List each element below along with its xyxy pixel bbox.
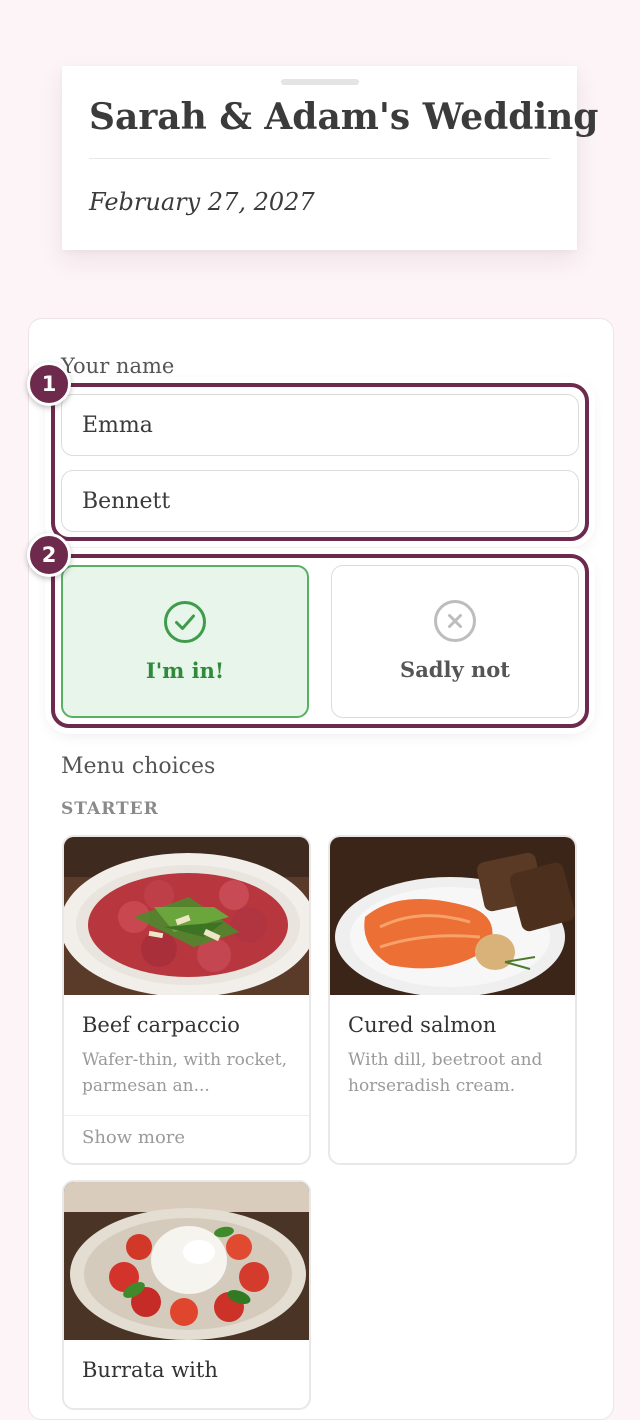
first-name-input[interactable]: Emma xyxy=(61,394,579,456)
rsvp-no-button[interactable]: Sadly not xyxy=(331,565,579,718)
step-badge-2: 2 xyxy=(27,533,71,577)
dish-photo-salmon xyxy=(330,837,575,995)
x-circle-icon xyxy=(434,600,476,642)
dish-card-cured-salmon[interactable]: Cured salmon With dill, beetroot and hor… xyxy=(328,835,577,1165)
rsvp-yes-button[interactable]: I'm in! xyxy=(61,565,309,718)
drag-handle xyxy=(281,79,359,85)
event-title: Sarah & Adam's Wedding xyxy=(89,96,599,138)
course-heading-starter: STARTER xyxy=(61,799,159,819)
dish-photo-burrata xyxy=(64,1182,309,1340)
name-label: Your name xyxy=(61,354,175,378)
dish-description: Wafer-thin, with rocket, parmesan an... xyxy=(82,1050,287,1096)
show-more-link[interactable]: Show more xyxy=(82,1127,185,1148)
dish-name: Cured salmon xyxy=(348,1013,497,1037)
last-name-input[interactable]: Bennett xyxy=(61,470,579,532)
dish-name: Beef carpaccio xyxy=(82,1013,240,1037)
dish-photo-carpaccio xyxy=(64,837,309,995)
event-date: February 27, 2027 xyxy=(89,188,315,216)
step-badge-1: 1 xyxy=(27,362,71,406)
header-divider xyxy=(89,158,550,159)
check-circle-icon xyxy=(164,601,206,643)
rsvp-no-label: Sadly not xyxy=(400,657,510,682)
rsvp-yes-label: I'm in! xyxy=(145,658,225,683)
dish-divider xyxy=(64,1115,309,1116)
menu-choices-heading: Menu choices xyxy=(61,754,216,779)
dish-description: With dill, beetroot and horseradish crea… xyxy=(348,1050,543,1096)
dish-name: Burrata with xyxy=(82,1358,218,1382)
dish-card-burrata[interactable]: Burrata with xyxy=(62,1180,311,1410)
dish-card-beef-carpaccio[interactable]: Beef carpaccio Wafer-thin, with rocket, … xyxy=(62,835,311,1165)
event-header-card: Sarah & Adam's Wedding February 27, 2027 xyxy=(62,66,598,250)
